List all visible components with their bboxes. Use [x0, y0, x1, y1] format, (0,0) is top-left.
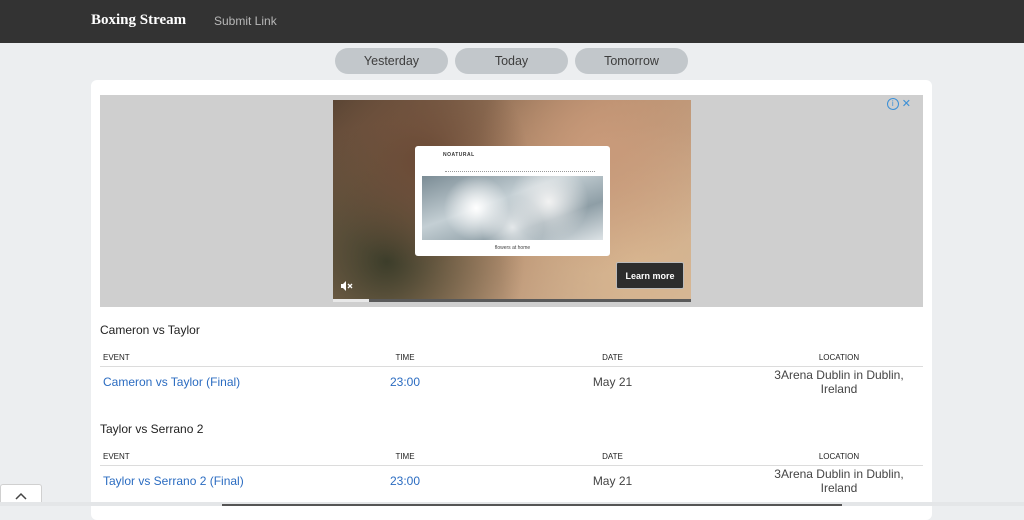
navbar: Boxing Stream Submit Link [0, 0, 1024, 43]
col-time: TIME [340, 447, 470, 466]
brand-logo[interactable]: Boxing Stream [91, 12, 186, 29]
events-card: i ✕ NOATURAL flowers at home Learn more … [91, 80, 932, 520]
horizontal-scrollbar[interactable] [0, 502, 1024, 506]
event-location: 3Arena Dublin in Dublin, Ireland [774, 368, 904, 396]
event-link[interactable]: Cameron vs Taylor (Final) [103, 375, 240, 389]
chevron-up-icon [15, 492, 27, 500]
tab-tomorrow[interactable]: Tomorrow [575, 48, 688, 74]
col-date: DATE [470, 348, 755, 367]
ad-popup[interactable]: NOATURAL flowers at home [415, 146, 610, 256]
ad-popup-brand: NOATURAL [443, 152, 475, 158]
col-time: TIME [340, 348, 470, 367]
tab-yesterday[interactable]: Yesterday [335, 48, 448, 74]
ad-popup-caption: flowers at home [494, 245, 531, 251]
ad-choices[interactable]: i ✕ [886, 97, 911, 110]
submit-link[interactable]: Submit Link [214, 14, 277, 28]
events-table-2: EVENT TIME DATE LOCATION Taylor vs Serra… [100, 447, 923, 496]
ad-popup-image [422, 176, 603, 240]
time-link[interactable]: 23:00 [390, 474, 420, 488]
info-icon[interactable]: i [886, 97, 899, 110]
ad-video[interactable]: NOATURAL flowers at home Learn more [333, 100, 691, 302]
event-title-1: Cameron vs Taylor [100, 323, 200, 337]
event-title-2: Taylor vs Serrano 2 [100, 422, 204, 436]
ad-banner[interactable]: i ✕ NOATURAL flowers at home Learn more [100, 95, 923, 307]
video-progress-fill [333, 299, 369, 302]
mute-icon[interactable] [339, 279, 353, 293]
event-date: May 21 [592, 474, 633, 488]
events-table-1: EVENT TIME DATE LOCATION Cameron vs Tayl… [100, 348, 923, 397]
time-link[interactable]: 23:00 [390, 375, 420, 389]
col-location: LOCATION [755, 348, 923, 367]
ad-popup-nav [445, 171, 595, 174]
event-link[interactable]: Taylor vs Serrano 2 (Final) [103, 474, 244, 488]
video-progress[interactable] [333, 299, 691, 302]
col-event: EVENT [100, 348, 340, 367]
event-date: May 21 [592, 375, 633, 389]
col-date: DATE [470, 447, 755, 466]
table-header: EVENT TIME DATE LOCATION [100, 447, 923, 466]
table-row: Cameron vs Taylor (Final) 23:00 May 21 3… [100, 367, 923, 398]
learn-more-button[interactable]: Learn more [616, 262, 684, 289]
col-event: EVENT [100, 447, 340, 466]
close-icon[interactable]: ✕ [902, 97, 911, 110]
table-row: Taylor vs Serrano 2 (Final) 23:00 May 21… [100, 466, 923, 497]
event-location: 3Arena Dublin in Dublin, Ireland [774, 467, 904, 495]
col-location: LOCATION [755, 447, 923, 466]
table-header: EVENT TIME DATE LOCATION [100, 348, 923, 367]
tab-today[interactable]: Today [455, 48, 568, 74]
